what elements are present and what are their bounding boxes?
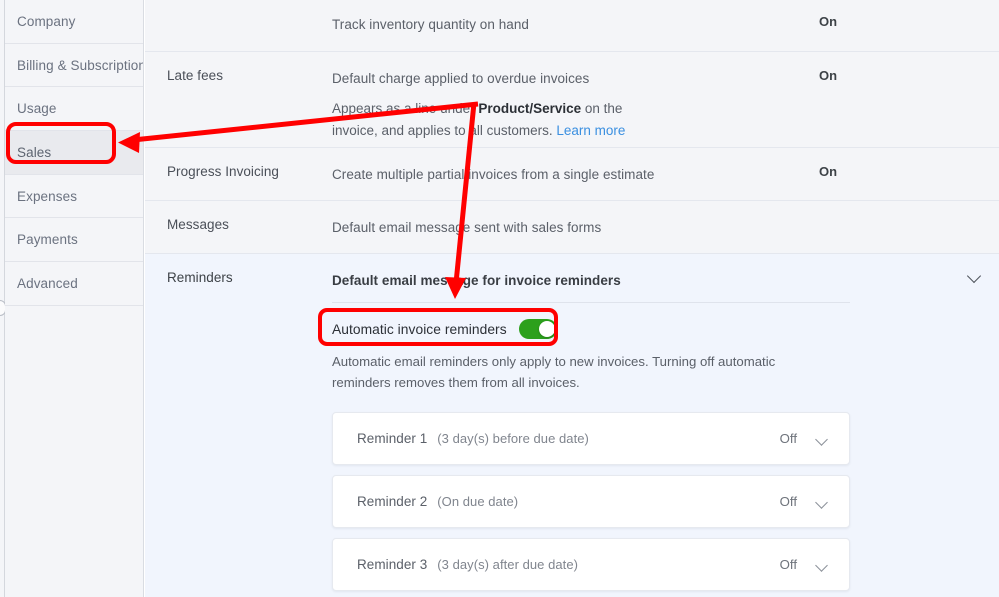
row-chevron-slot — [939, 201, 989, 238]
toggle-knob — [539, 321, 555, 337]
sidebar-item-company[interactable]: Company — [5, 0, 143, 44]
row-description: Default email message for invoice remind… — [332, 270, 805, 291]
sidebar-item-label: Usage — [17, 101, 57, 116]
automatic-reminders-label: Automatic invoice reminders — [332, 322, 507, 337]
reminder-expand-button[interactable] — [817, 497, 826, 507]
automatic-reminders-toggle-row: Automatic invoice reminders — [332, 303, 999, 339]
sidebar-item-label: Payments — [17, 232, 78, 247]
reminder-schedule: (3 day(s) after due date) — [437, 557, 578, 572]
row-label — [167, 0, 332, 35]
reminder-expand-button[interactable] — [817, 560, 826, 570]
automatic-reminders-toggle[interactable] — [519, 319, 557, 339]
chevron-down-icon — [815, 433, 828, 446]
row-label: Messages — [167, 201, 332, 238]
row-chevron-slot — [939, 0, 989, 35]
sidebar-item-payments[interactable]: Payments — [5, 218, 143, 262]
sidebar-item-advanced[interactable]: Advanced — [5, 262, 143, 306]
row-description: Default email message sent with sales fo… — [332, 217, 805, 238]
settings-row-messages[interactable]: Messages Default email message sent with… — [145, 201, 999, 254]
row-status-value — [805, 201, 939, 238]
row-chevron-slot — [939, 52, 989, 142]
settings-row-inventory[interactable]: Track inventory quantity on hand On — [145, 0, 999, 52]
sub-text-pre: Appears as a line under — [332, 101, 478, 116]
chevron-down-icon — [815, 559, 828, 572]
reminder-expand-button[interactable] — [817, 434, 826, 444]
sidebar-empty-area — [5, 306, 143, 597]
row-label: Late fees — [167, 52, 332, 142]
row-status-value: On — [805, 52, 939, 142]
row-status-value: On — [805, 0, 939, 35]
sidebar-item-billing-subscription[interactable]: Billing & Subscription — [5, 44, 143, 88]
reminder-schedule: (On due date) — [437, 494, 518, 509]
automatic-reminders-note: Automatic email reminders only apply to … — [332, 351, 824, 393]
reminder-card[interactable]: Reminder 2 (On due date) Off — [332, 475, 850, 528]
settings-row-progress-invoicing[interactable]: Progress Invoicing Create multiple parti… — [145, 148, 999, 201]
row-subdescription: Appears as a line under Product/Service … — [332, 98, 662, 142]
reminder-card-list: Reminder 1 (3 day(s) before due date) Of… — [332, 412, 999, 591]
reminders-collapse-button[interactable] — [939, 254, 989, 291]
sidebar-item-sales[interactable]: Sales — [5, 131, 143, 175]
row-chevron-slot — [939, 148, 989, 185]
chevron-down-icon — [815, 496, 828, 509]
reminder-title: Reminder 1 — [357, 431, 427, 446]
chevron-down-icon — [967, 269, 981, 283]
reminder-state: Off — [780, 494, 797, 509]
settings-content-panel: Track inventory quantity on hand On Late… — [145, 0, 999, 597]
reminder-title: Reminder 2 — [357, 494, 427, 509]
row-description: Track inventory quantity on hand — [332, 14, 805, 35]
reminder-schedule: (3 day(s) before due date) — [437, 431, 589, 446]
settings-sidebar: Company Billing & Subscription Usage Sal… — [5, 0, 144, 597]
sidebar-item-label: Billing & Subscription — [17, 58, 143, 73]
sidebar-item-label: Expenses — [17, 189, 77, 204]
reminder-card[interactable]: Reminder 1 (3 day(s) before due date) Of… — [332, 412, 850, 465]
row-label: Progress Invoicing — [167, 148, 332, 185]
app-screen: Company Billing & Subscription Usage Sal… — [0, 0, 999, 597]
sidebar-item-label: Advanced — [17, 276, 78, 291]
reminder-state: Off — [780, 557, 797, 572]
settings-row-reminders[interactable]: Reminders Default email message for invo… — [145, 254, 999, 597]
reminders-expanded-body: Automatic invoice reminders Automatic em… — [145, 302, 999, 597]
reminder-title: Reminder 3 — [357, 557, 427, 572]
sidebar-item-expenses[interactable]: Expenses — [5, 175, 143, 219]
row-description: Default charge applied to overdue invoic… — [332, 68, 805, 89]
learn-more-link[interactable]: Learn more — [556, 123, 625, 138]
row-status-value: On — [805, 148, 939, 185]
reminder-card[interactable]: Reminder 3 (3 day(s) after due date) Off — [332, 538, 850, 591]
sidebar-item-usage[interactable]: Usage — [5, 87, 143, 131]
sub-text-bold: Product/Service — [478, 101, 581, 116]
row-description: Create multiple partial invoices from a … — [332, 164, 805, 185]
row-status-value — [805, 254, 939, 291]
reminder-state: Off — [780, 431, 797, 446]
row-label: Reminders — [167, 254, 332, 291]
settings-row-late-fees[interactable]: Late fees Default charge applied to over… — [145, 52, 999, 148]
sidebar-item-label: Sales — [17, 145, 51, 160]
sidebar-item-label: Company — [17, 14, 75, 29]
